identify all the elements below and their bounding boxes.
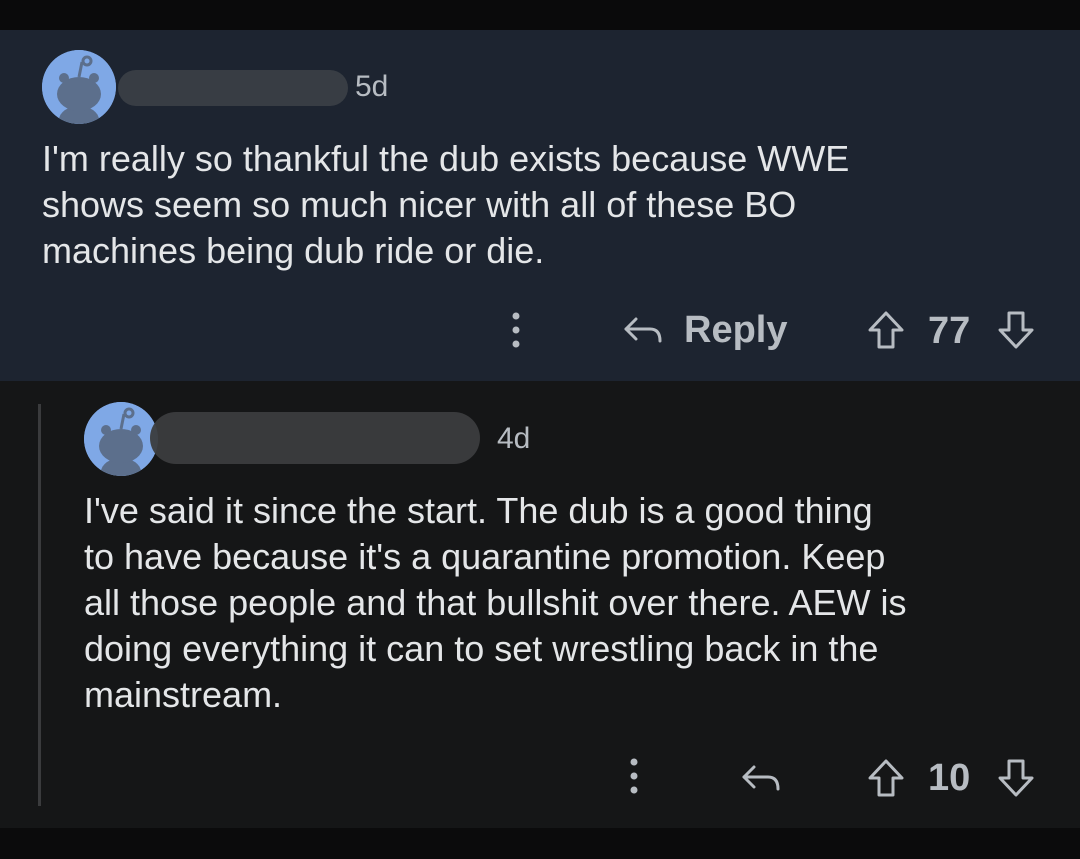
downvote-button[interactable] bbox=[996, 308, 1036, 352]
reply-button[interactable]: Reply bbox=[622, 308, 787, 352]
top-bar bbox=[0, 0, 1080, 30]
username-redaction bbox=[150, 412, 480, 464]
comment-age: 4d bbox=[497, 422, 531, 455]
more-options-icon bbox=[630, 758, 638, 794]
reply-icon bbox=[624, 317, 662, 343]
downvote-icon bbox=[998, 311, 1034, 349]
bottom-bar bbox=[0, 828, 1080, 859]
upvote-button[interactable] bbox=[866, 756, 906, 800]
downvote-icon bbox=[998, 759, 1034, 797]
downvote-button[interactable] bbox=[996, 756, 1036, 800]
comment-body: I've said it since the start. The dub is… bbox=[84, 490, 907, 715]
comment-age: 5d bbox=[355, 70, 389, 103]
more-options-button[interactable] bbox=[506, 310, 526, 350]
reply-label: Reply bbox=[684, 308, 788, 351]
more-options-button[interactable] bbox=[624, 756, 644, 796]
comment-top-level: 5d I'm really so thankful the dub exists… bbox=[0, 30, 1080, 381]
upvote-icon bbox=[868, 311, 904, 349]
reply-icon bbox=[742, 765, 780, 791]
snoo-avatar-icon[interactable] bbox=[84, 402, 158, 476]
comment-body: I'm really so thankful the dub exists be… bbox=[42, 138, 850, 271]
snoo-avatar-icon[interactable] bbox=[42, 50, 116, 124]
more-options-icon bbox=[512, 312, 520, 348]
thread-line[interactable] bbox=[38, 404, 41, 806]
vote-score: 10 bbox=[928, 757, 971, 799]
username-redaction bbox=[118, 70, 348, 106]
vote-score: 77 bbox=[928, 310, 971, 352]
reply-button[interactable] bbox=[740, 756, 782, 800]
upvote-icon bbox=[868, 759, 904, 797]
upvote-button[interactable] bbox=[866, 308, 906, 352]
